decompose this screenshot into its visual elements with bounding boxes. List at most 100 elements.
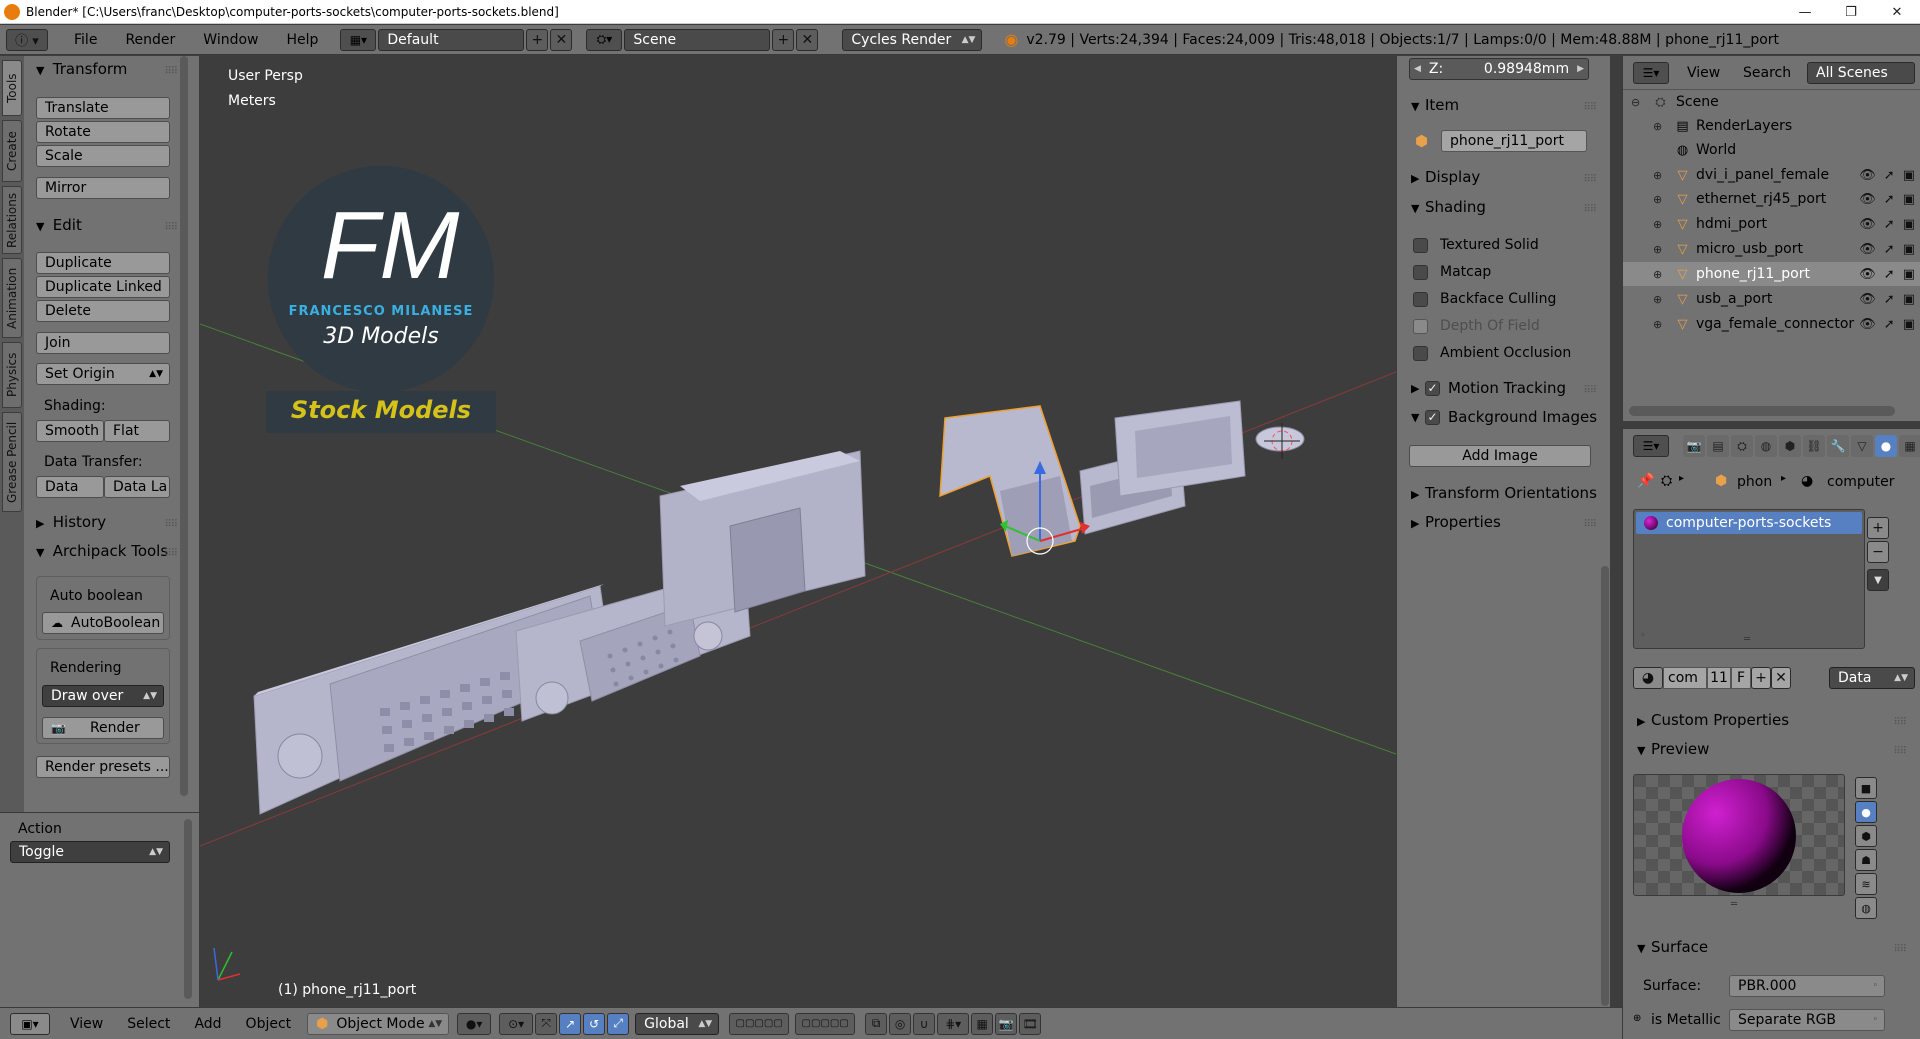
flat-button[interactable]: Flat bbox=[104, 420, 170, 442]
outliner-object-row-selected[interactable]: ⊕ ▽ phone_rj11_port 👁 ➚ ▣ bbox=[1623, 262, 1920, 286]
tab-create[interactable]: Create bbox=[2, 120, 22, 182]
smooth-button[interactable]: Smooth bbox=[36, 420, 104, 442]
history-panel-header[interactable]: ▶ History bbox=[36, 513, 106, 531]
operator-scrollbar[interactable] bbox=[184, 819, 192, 999]
panel-grip-icon[interactable]: ⠿⠿ bbox=[164, 66, 178, 77]
proportional-edit-icon[interactable]: ◎ bbox=[889, 1012, 912, 1035]
translate-button[interactable]: Translate bbox=[36, 97, 170, 119]
duplicate-linked-button[interactable]: Duplicate Linked bbox=[36, 276, 170, 298]
decrement-arrow-icon[interactable]: ◀ bbox=[1414, 64, 1421, 74]
add-image-button[interactable]: Add Image bbox=[1409, 445, 1591, 467]
render-button[interactable]: 📷 Render bbox=[42, 717, 164, 739]
restriction-icons[interactable]: 👁 ➚ ▣ bbox=[1859, 217, 1915, 232]
lock-layers-icon[interactable]: ⧉ bbox=[865, 1012, 888, 1035]
scene-field[interactable]: Scene bbox=[624, 28, 771, 51]
screen-layout-icon[interactable]: ▦▾ bbox=[340, 28, 377, 51]
render-tab-icon[interactable]: 📷 bbox=[1683, 435, 1705, 457]
preview-cube-icon[interactable]: ⬢ bbox=[1855, 825, 1877, 847]
material-specials-button[interactable]: ▼ bbox=[1867, 569, 1889, 591]
expand-icon[interactable]: ⊕ bbox=[1653, 120, 1662, 133]
render-presets-button[interactable]: Render presets ... bbox=[36, 756, 170, 778]
menu-help[interactable]: Help bbox=[272, 32, 332, 48]
tool-shelf-scrollbar[interactable] bbox=[180, 56, 188, 796]
outliner-object-row[interactable]: ⊕ ▽ ethernet_rj45_port 👁 ➚ ▣ bbox=[1623, 187, 1920, 211]
expand-icon[interactable]: ⊕ bbox=[1653, 318, 1662, 331]
add-material-slot-button[interactable]: + bbox=[1867, 517, 1889, 539]
data-tab-icon[interactable]: ▽ bbox=[1851, 435, 1873, 457]
add-scene-button[interactable]: + bbox=[772, 28, 795, 51]
object-name-field[interactable]: phone_rj11_port bbox=[1441, 130, 1587, 152]
backface-culling-row[interactable]: Backface Culling bbox=[1413, 291, 1556, 307]
edit-panel-header[interactable]: ▼ Edit bbox=[36, 216, 82, 234]
tab-tools[interactable]: Tools bbox=[2, 60, 22, 116]
properties-region-scrollbar[interactable] bbox=[1601, 566, 1609, 1006]
viewport-editor-icon[interactable]: ▣▾ bbox=[10, 1012, 50, 1035]
matcap-checkbox[interactable] bbox=[1413, 264, 1428, 280]
render-still-icon[interactable]: 📷 bbox=[995, 1012, 1018, 1035]
autoboolean-button[interactable]: ☁ AutoBoolean bbox=[42, 612, 164, 634]
material-slot-item[interactable]: computer-ports-sockets bbox=[1636, 512, 1862, 534]
transform-orientations-header[interactable]: ▶ Transform Orientations bbox=[1411, 484, 1607, 502]
fake-user-button[interactable]: F bbox=[1731, 667, 1751, 689]
custom-properties-header[interactable]: ▶ Custom Properties bbox=[1637, 711, 1789, 729]
restriction-icons[interactable]: 👁 ➚ ▣ bbox=[1859, 192, 1915, 207]
data-button[interactable]: Data bbox=[36, 476, 104, 498]
data-layout-button[interactable]: Data La bbox=[104, 476, 170, 498]
mirror-button[interactable]: Mirror bbox=[36, 177, 170, 199]
expand-icon[interactable]: ⊕ bbox=[1653, 268, 1662, 281]
material-link-dropdown[interactable]: Data ▲▼ bbox=[1829, 667, 1915, 689]
outliner-renderlayers-row[interactable]: ⊕ ▤ RenderLayers bbox=[1623, 114, 1920, 138]
transform-panel-header[interactable]: ▼ Transform bbox=[36, 60, 127, 78]
expand-icon[interactable]: ⊕ bbox=[1653, 243, 1662, 256]
preview-monkey-icon[interactable]: ☗ bbox=[1855, 849, 1877, 871]
properties-editor-icon[interactable]: ☰▾ bbox=[1633, 435, 1669, 457]
properties-panel-header[interactable]: ▶ Properties bbox=[1411, 513, 1501, 531]
pivot-point-icon[interactable]: ⊙▾ bbox=[499, 1012, 534, 1035]
viewport-menu-object[interactable]: Object bbox=[234, 1016, 304, 1032]
list-filter-icon[interactable]: ◦ bbox=[1640, 630, 1646, 641]
z-location-field[interactable]: ◀ Z: 0.98948mm ▶ bbox=[1409, 58, 1589, 80]
interaction-mode-dropdown[interactable]: ⬢ Object Mode ▲▼ bbox=[307, 1012, 450, 1035]
outliner-object-row[interactable]: ⊕ ▽ vga_female_connector 👁 ➚ ▣ bbox=[1623, 312, 1920, 336]
3d-viewport[interactable]: User Persp Meters FM FRANCESCO MILANESE … bbox=[200, 56, 1396, 1007]
panel-grip-icon[interactable]: ⠿⠿ bbox=[1893, 717, 1907, 728]
material-users-count[interactable]: 11 bbox=[1707, 667, 1731, 689]
expand-icon[interactable]: ⊕ bbox=[1653, 193, 1662, 206]
scene-tab-icon[interactable]: ⛭ bbox=[1731, 435, 1753, 457]
background-images-header[interactable]: ▼ ✓ Background Images bbox=[1411, 408, 1607, 426]
item-panel-header[interactable]: ▼ Item bbox=[1411, 96, 1459, 114]
list-resize-grip-icon[interactable]: ═ bbox=[1744, 634, 1750, 645]
remove-layout-button[interactable]: ✕ bbox=[550, 28, 573, 51]
collapse-icon[interactable]: ⊖ bbox=[1631, 96, 1640, 109]
modifiers-tab-icon[interactable]: 🔧 bbox=[1827, 435, 1849, 457]
constraints-tab-icon[interactable]: ⛓ bbox=[1803, 435, 1825, 457]
translate-manipulator-icon[interactable]: ↗ bbox=[559, 1012, 582, 1035]
expand-icon[interactable]: ⊕ bbox=[1653, 218, 1662, 231]
scene-layers-icon[interactable]: ▢▢▢▢▢ bbox=[729, 1012, 790, 1035]
material-browse-icon[interactable]: ◕ bbox=[1633, 667, 1663, 689]
menu-window[interactable]: Window bbox=[189, 32, 272, 48]
panel-grip-icon[interactable]: ⠿⠿ bbox=[164, 222, 178, 233]
micro-usb-port-model[interactable] bbox=[1255, 426, 1305, 452]
preview-sphere-icon[interactable]: ● bbox=[1855, 801, 1877, 823]
panel-grip-icon[interactable]: ⠿⠿ bbox=[1583, 204, 1597, 215]
tab-animation[interactable]: Animation bbox=[2, 258, 22, 338]
restriction-icons[interactable]: 👁 ➚ ▣ bbox=[1859, 242, 1915, 257]
ambient-occlusion-checkbox[interactable] bbox=[1413, 345, 1428, 361]
panel-grip-icon[interactable]: ⠿⠿ bbox=[1583, 174, 1597, 185]
matcap-row[interactable]: Matcap bbox=[1413, 264, 1491, 280]
panel-grip-icon[interactable]: ⠿⠿ bbox=[1893, 746, 1907, 757]
motion-tracking-checkbox[interactable]: ✓ bbox=[1425, 380, 1440, 396]
new-material-button[interactable]: + bbox=[1751, 667, 1771, 689]
restriction-icons[interactable]: 👁 ➚ ▣ bbox=[1859, 168, 1915, 183]
remove-scene-button[interactable]: ✕ bbox=[796, 28, 819, 51]
viewport-menu-view[interactable]: View bbox=[58, 1016, 115, 1032]
close-button[interactable]: ✕ bbox=[1874, 0, 1920, 24]
pin-icon[interactable]: 📌 bbox=[1637, 473, 1654, 489]
phone-rj11-port-model[interactable] bbox=[939, 405, 1081, 557]
outliner-h-scrollbar[interactable] bbox=[1629, 406, 1895, 416]
outliner-editor-icon[interactable]: ☰▾ bbox=[1633, 62, 1669, 84]
shading-panel-header[interactable]: ▼ Shading bbox=[1411, 198, 1486, 216]
panel-grip-icon[interactable]: ⠿⠿ bbox=[1583, 519, 1597, 530]
scene-icon[interactable]: ⛭▾ bbox=[586, 28, 623, 51]
